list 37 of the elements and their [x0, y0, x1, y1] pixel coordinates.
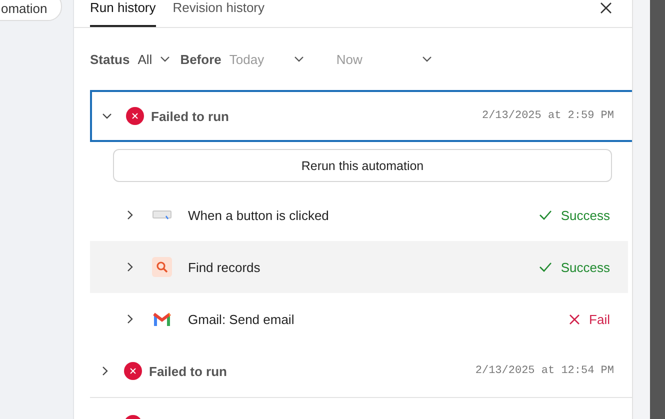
automation-button[interactable]: omation [0, 0, 62, 21]
step-row[interactable]: Gmail: Send email Fail [90, 293, 628, 345]
rerun-button[interactable]: Rerun this automation [113, 149, 612, 182]
chevron-icon [422, 56, 432, 62]
close-icon[interactable] [600, 2, 612, 14]
chevron-icon[interactable] [125, 314, 135, 324]
chevron-icon [160, 56, 170, 62]
check-icon [538, 262, 552, 272]
check-icon [538, 210, 552, 220]
chevron-icon [294, 56, 304, 62]
step-name: Find records [188, 260, 260, 274]
chevron-icon[interactable] [125, 262, 135, 272]
run-time: 2/13/2025 at 12:54 PM [475, 365, 614, 377]
run-time: 2/13/2025 at 2:59 PM [482, 110, 614, 122]
filter-dropdown[interactable]: All [138, 52, 170, 66]
step-result: Fail [569, 312, 610, 326]
error-icon [124, 362, 142, 380]
step-result: Success [538, 260, 610, 274]
run-row[interactable]: Failed to run 2/13/2025 at 12:54 PM [90, 345, 632, 398]
step-name: When a button is clicked [188, 208, 329, 222]
step-row[interactable]: Find records Success [90, 241, 628, 293]
step-name: Gmail: Send email [188, 312, 294, 326]
step-result: Success [538, 208, 610, 222]
cross-icon [569, 314, 580, 324]
run-status: Failed to run [149, 364, 227, 378]
run-row[interactable]: Failed to run 2/13/2025 at 2:59 PM [90, 90, 634, 142]
run-status: Failed to run [151, 108, 229, 124]
search-icon [152, 257, 172, 277]
step-row[interactable]: When a button is clicked Success [90, 189, 628, 241]
tab[interactable]: Run history [90, 0, 156, 27]
error-icon [126, 107, 144, 125]
chevron-icon[interactable] [100, 366, 110, 376]
chevron-icon[interactable] [102, 111, 112, 121]
chevron-icon[interactable] [125, 210, 135, 220]
filter-label: Before [180, 52, 222, 66]
filter-label: Status [90, 52, 130, 66]
tab[interactable]: Revision history [172, 0, 265, 27]
